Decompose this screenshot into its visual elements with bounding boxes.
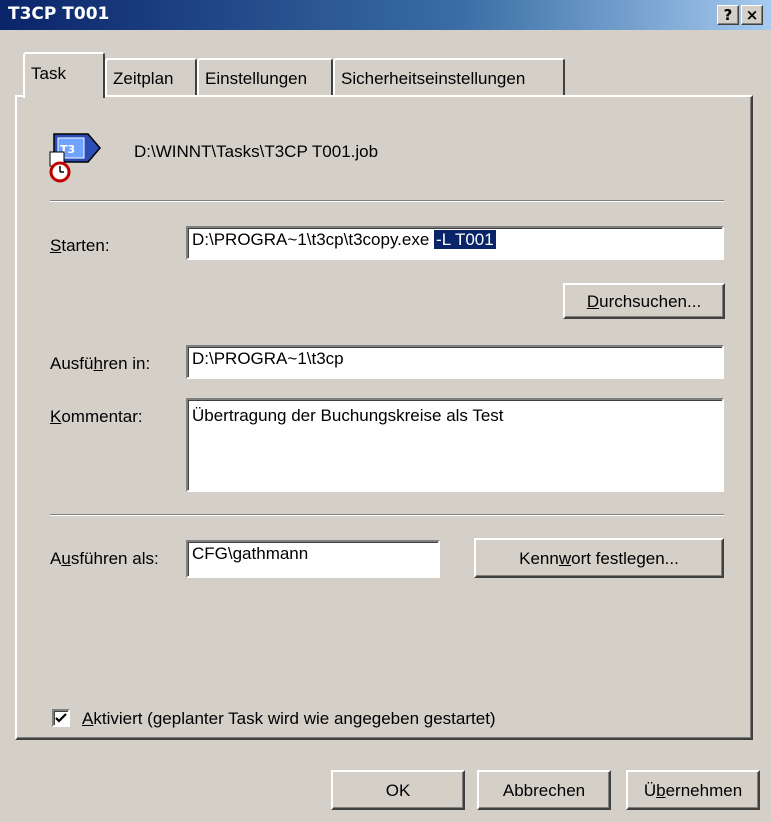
enabled-checkbox[interactable] bbox=[52, 709, 70, 727]
close-button[interactable]: × bbox=[741, 5, 763, 25]
start-in-value: D:\PROGRA~1\t3cp bbox=[192, 349, 344, 368]
run-as-input[interactable]: CFG\gathmann bbox=[186, 540, 440, 578]
run-command-value: D:\PROGRA~1\t3cp\t3copy.exe bbox=[192, 230, 435, 249]
window-title: T3CP T001 bbox=[8, 4, 110, 24]
comment-textarea[interactable]: Übertragung der Buchungskreise als Test bbox=[186, 398, 724, 492]
comment-label: Kommentar: bbox=[50, 407, 143, 426]
separator-top bbox=[50, 200, 724, 202]
browse-button[interactable]: Durchsuchen... bbox=[563, 283, 725, 319]
scheduled-task-app-icon: T3 bbox=[49, 133, 101, 183]
tab-sicherheitseinstellungen-label: Sicherheitseinstellungen bbox=[341, 69, 526, 88]
cancel-button[interactable]: Abbrechen bbox=[477, 770, 611, 810]
tab-task-label: Task bbox=[31, 64, 66, 83]
run-as-label: Ausführen als: bbox=[50, 549, 159, 568]
tab-task[interactable]: Task bbox=[23, 52, 105, 98]
tab-einstellungen-label: Einstellungen bbox=[205, 69, 308, 88]
title-bar[interactable]: T3CP T001 ? × bbox=[0, 0, 771, 30]
tab-sicherheitseinstellungen[interactable]: Sicherheitseinstellungen bbox=[333, 58, 565, 96]
start-in-input[interactable]: D:\PROGRA~1\t3cp bbox=[186, 345, 724, 379]
comment-value: Übertragung der Buchungskreise als Test bbox=[192, 406, 504, 425]
ok-button[interactable]: OK bbox=[331, 770, 465, 810]
start-in-label: Ausführen in: bbox=[50, 354, 151, 373]
help-button[interactable]: ? bbox=[717, 5, 739, 25]
tab-zeitplan[interactable]: Zeitplan bbox=[105, 58, 197, 96]
checkmark-icon bbox=[55, 713, 67, 723]
apply-button[interactable]: Übernehmen bbox=[626, 770, 760, 810]
tab-einstellungen[interactable]: Einstellungen bbox=[197, 58, 333, 96]
separator-bottom bbox=[50, 514, 724, 516]
run-command-input[interactable]: D:\PROGRA~1\t3cp\t3copy.exe -L T001 bbox=[186, 226, 724, 260]
task-file-path: D:\WINNT\Tasks\T3CP T001.job bbox=[134, 142, 379, 161]
run-command-selection: -L T001 bbox=[434, 230, 496, 249]
run-label: Starten: bbox=[50, 236, 110, 255]
set-password-button[interactable]: Kennwort festlegen... bbox=[474, 538, 724, 578]
enabled-label[interactable]: Aktiviert (geplanter Task wird wie angeg… bbox=[82, 709, 496, 729]
run-as-value: CFG\gathmann bbox=[192, 544, 309, 563]
tab-zeitplan-label: Zeitplan bbox=[113, 69, 174, 88]
